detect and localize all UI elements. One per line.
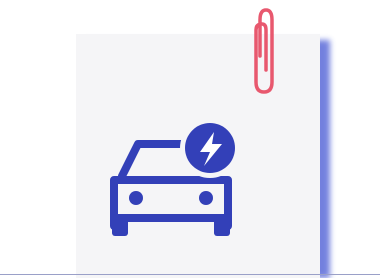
- left-headlight: [129, 191, 143, 205]
- right-headlight: [199, 191, 213, 205]
- lightning-bolt-icon: [180, 118, 240, 178]
- electric-car-icon: [110, 118, 240, 236]
- right-wheel: [214, 214, 230, 236]
- baseline-divider: [0, 274, 380, 275]
- illustration: [0, 0, 380, 278]
- left-wheel: [112, 214, 128, 236]
